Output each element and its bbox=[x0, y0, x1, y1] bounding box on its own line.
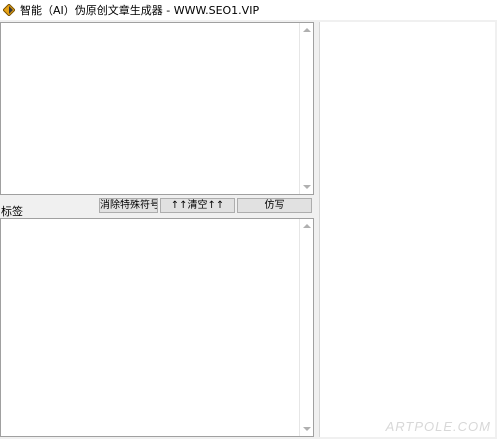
title-bar: 智能（AI）伪原创文章生成器 - WWW.SEO1.VIP bbox=[0, 0, 497, 20]
side-panel bbox=[319, 22, 495, 437]
scroll-up-icon[interactable] bbox=[303, 224, 311, 228]
window-title: 智能（AI）伪原创文章生成器 - WWW.SEO1.VIP bbox=[20, 4, 260, 17]
scroll-up-icon[interactable] bbox=[303, 28, 311, 32]
rewrite-button[interactable]: 仿写 bbox=[237, 198, 312, 213]
tag-label: 标签 bbox=[1, 205, 23, 218]
output-textarea[interactable] bbox=[0, 218, 314, 437]
clear-up-button[interactable]: ↑↑清空↑↑ bbox=[160, 198, 235, 213]
scroll-down-icon[interactable] bbox=[303, 427, 311, 431]
output-scrollbar[interactable] bbox=[299, 219, 313, 436]
app-diamond-icon bbox=[3, 4, 15, 16]
input-textarea[interactable] bbox=[0, 22, 314, 195]
input-scrollbar[interactable] bbox=[299, 23, 313, 194]
clear-special-symbols-button[interactable]: 消除特殊符号 bbox=[99, 198, 158, 213]
scroll-down-icon[interactable] bbox=[303, 185, 311, 189]
watermark: ARTPOLE.COM bbox=[385, 419, 491, 434]
